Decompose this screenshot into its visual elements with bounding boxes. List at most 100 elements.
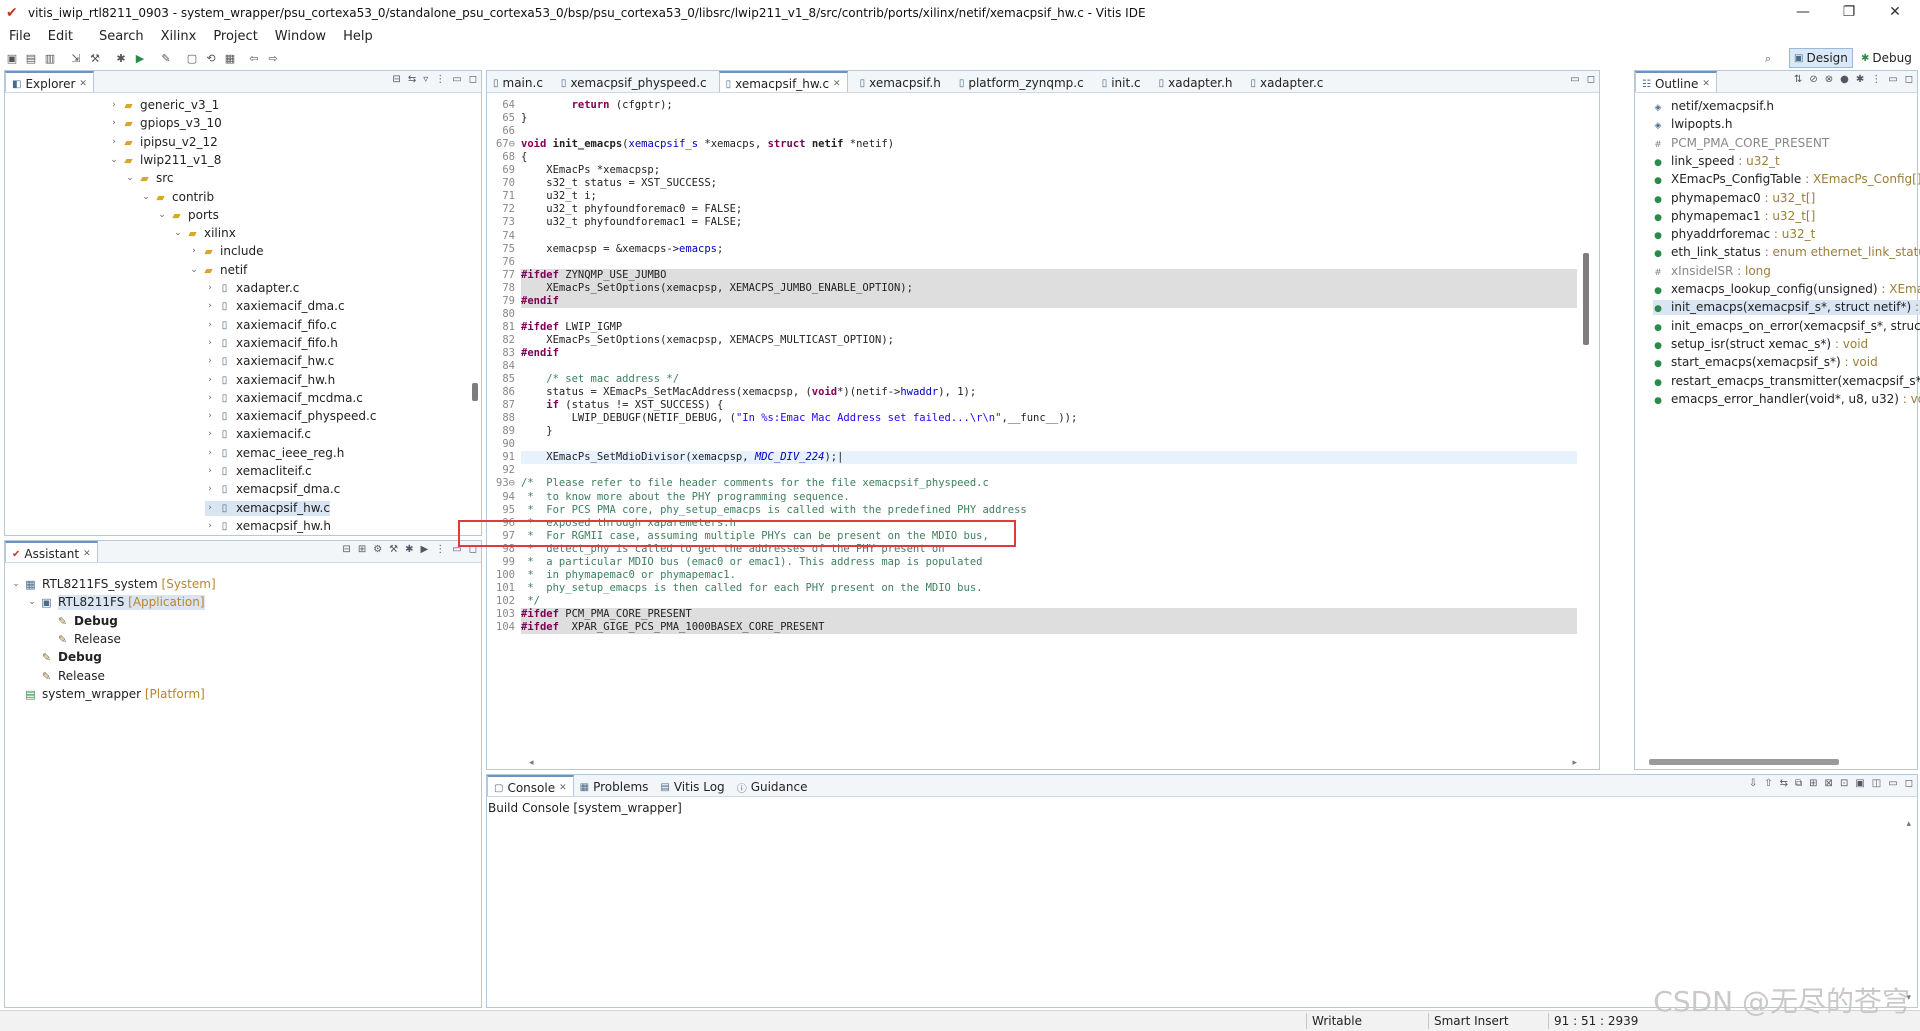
twisty-icon[interactable]: ⌄: [27, 595, 37, 610]
program-device-icon[interactable]: ✎: [159, 52, 173, 66]
code-line[interactable]: u32_t phyfoundforemac1 = FALSE;: [521, 216, 1577, 229]
tree-item[interactable]: › ▯ xemac_ieee_reg.h: [205, 446, 344, 461]
outline-item[interactable]: ◈ netif/xemacpsif.h: [1653, 99, 1775, 114]
twisty-icon[interactable]: ⌄: [125, 171, 135, 186]
tree-item[interactable]: › ▰ gpiops_v3_10: [109, 116, 222, 131]
editor-vertical-scrollbar[interactable]: [1583, 253, 1589, 345]
maximize-view-icon[interactable]: ◻: [1905, 74, 1913, 85]
twisty-icon[interactable]: ⌄: [11, 577, 21, 592]
tree-item[interactable]: ⌄ ▰ netif: [189, 263, 247, 278]
tree-item[interactable]: › ▯ xemacpsif_dma.c: [205, 482, 340, 497]
outline-item[interactable]: ● eth_link_status : enum ethernet_link_st…: [1653, 245, 1920, 260]
code-line[interactable]: * phy_setup_emacps is then called for ea…: [521, 582, 1577, 595]
twisty-icon[interactable]: ›: [189, 244, 199, 259]
menu-help[interactable]: Help: [343, 29, 373, 44]
editor-tab[interactable]: ▯ xemacpsif.h: [854, 71, 947, 92]
outline-item[interactable]: ● xemacps_lookup_config(unsigned) : XEmac…: [1653, 282, 1920, 297]
assistant-item[interactable]: ✎ Release: [43, 632, 121, 647]
close-icon[interactable]: ✕: [833, 79, 841, 89]
tree-item[interactable]: › ▯ xaxiemacif_fifo.h: [205, 336, 338, 351]
terminal-icon[interactable]: ▢: [185, 52, 199, 66]
pin-console-icon[interactable]: ⊡: [1840, 778, 1848, 789]
word-wrap-icon[interactable]: ⊞: [1809, 778, 1817, 789]
editor-tab[interactable]: ▯ xemacpsif_hw.c ✕: [718, 71, 848, 92]
maximize-view-icon[interactable]: ◻: [1587, 74, 1595, 85]
tree-item[interactable]: › ▰ include: [189, 244, 263, 259]
code-line[interactable]: if (status != XST_SUCCESS) {: [521, 399, 1577, 412]
twisty-icon[interactable]: ›: [205, 482, 215, 497]
code-line[interactable]: #endif: [521, 347, 1577, 360]
twisty-icon[interactable]: ›: [109, 98, 119, 113]
collapse-all-icon[interactable]: ⊟: [392, 74, 400, 85]
twisty-icon[interactable]: ›: [205, 409, 215, 424]
view-menu-icon[interactable]: ⋮: [435, 544, 445, 555]
twisty-icon[interactable]: ›: [205, 299, 215, 314]
scroll-down-icon[interactable]: ⇩: [1749, 778, 1757, 789]
twisty-icon[interactable]: ›: [109, 135, 119, 150]
display-console-icon[interactable]: ▣: [1855, 778, 1864, 789]
code-line[interactable]: status = XEmacPs_SetMacAddress(xemacpsp,…: [521, 386, 1577, 399]
code-line[interactable]: }: [521, 425, 1577, 438]
menu-file[interactable]: File: [9, 29, 31, 44]
console-scroll-up-icon[interactable]: ▴: [1906, 819, 1911, 829]
link-editor-icon[interactable]: ⇆: [408, 74, 416, 85]
editor-tab[interactable]: ▯ xadapter.c: [1245, 71, 1330, 92]
tree-item[interactable]: › ▰ generic_v3_1: [109, 98, 219, 113]
scroll-right-icon[interactable]: ▸: [1572, 758, 1577, 768]
menu-edit[interactable]: Edit: [48, 29, 73, 44]
code-line[interactable]: */: [521, 595, 1577, 608]
twisty-icon[interactable]: ›: [205, 354, 215, 369]
assistant-item[interactable]: ✎ Debug: [27, 650, 102, 665]
menu-window[interactable]: Window: [275, 29, 326, 44]
twisty-icon[interactable]: ›: [205, 519, 215, 534]
code-area[interactable]: return (cfgptr);} void init_emacps(xemacp…: [521, 93, 1577, 755]
twisty-icon[interactable]: ›: [205, 318, 215, 333]
run-icon[interactable]: ▶: [421, 544, 429, 555]
save-icon[interactable]: ▤: [24, 52, 38, 66]
tab-assistant[interactable]: ✔ Assistant ✕: [5, 541, 98, 562]
assistant-item[interactable]: ⌄ ▣ RTL8211FS [Application]: [27, 595, 205, 611]
twisty-icon[interactable]: ›: [205, 464, 215, 479]
twisty-icon[interactable]: ›: [205, 446, 215, 461]
twisty-icon[interactable]: ⌄: [173, 226, 183, 241]
outline-item[interactable]: ● phymapemac1 : u32_t[]: [1653, 209, 1815, 224]
tab-vitis-log[interactable]: ▤ Vitis Log: [654, 775, 730, 796]
code-line[interactable]: [521, 308, 1577, 321]
code-line[interactable]: {: [521, 151, 1577, 164]
twisty-icon[interactable]: ›: [205, 336, 215, 351]
debug-icon[interactable]: ✱: [405, 544, 413, 555]
code-line[interactable]: [521, 438, 1577, 451]
tree-item[interactable]: ⌄ ▰ lwip211_v1_8: [109, 153, 221, 168]
menu-search[interactable]: Search: [99, 29, 144, 44]
save-all-icon[interactable]: ▥: [43, 52, 57, 66]
code-line[interactable]: #ifdef ZYNQMP_USE_JUMBO: [521, 268, 1577, 282]
twisty-icon[interactable]: ⌄: [189, 263, 199, 278]
twisty-icon[interactable]: ⌄: [109, 153, 119, 168]
tree-item[interactable]: › ▯ xaxiemacif.c: [205, 427, 311, 442]
twisty-icon[interactable]: ›: [205, 427, 215, 442]
scroll-lock-icon[interactable]: ⇆: [1780, 778, 1788, 789]
tree-item[interactable]: › ▯ xaxiemacif_fifo.c: [205, 318, 337, 333]
assistant-item[interactable]: ✎ Debug: [43, 614, 118, 629]
code-line[interactable]: * in phymapemac0 or phymapemac1.: [521, 569, 1577, 582]
code-line[interactable]: [521, 464, 1577, 477]
view-menu-icon[interactable]: ⋮: [435, 74, 445, 85]
maximize-view-icon[interactable]: ◻: [469, 74, 477, 85]
code-line[interactable]: void init_emacps(xemacpsif_s *xemacps, s…: [521, 138, 1577, 151]
forward-arrow-icon[interactable]: ⇨: [266, 52, 280, 66]
minimize-view-icon[interactable]: ▭: [1888, 74, 1897, 85]
menu-xilinx[interactable]: Xilinx: [161, 29, 197, 44]
code-line[interactable]: #endif: [521, 294, 1577, 308]
close-window-button[interactable]: ✕: [1872, 0, 1918, 26]
assistant-item[interactable]: ✎ Release: [27, 669, 105, 684]
status-insert-mode[interactable]: Smart Insert: [1434, 1014, 1509, 1028]
code-line[interactable]: XEmacPs_SetOptions(xemacpsp, XEMACPS_JUM…: [521, 281, 1577, 295]
tree-item[interactable]: › ▯ xaxiemacif_hw.h: [205, 373, 335, 388]
tree-item[interactable]: › ▯ xemacpsif_hw.h: [205, 519, 331, 534]
code-line[interactable]: #ifdef PCM_PMA_CORE_PRESENT: [521, 607, 1577, 621]
filter-icon[interactable]: ▿: [423, 74, 428, 85]
outline-item[interactable]: ● link_speed : u32_t: [1653, 154, 1780, 169]
tree-item[interactable]: ⌄ ▰ src: [125, 171, 173, 186]
outline-item[interactable]: ● phyaddrforemac : u32_t: [1653, 227, 1815, 242]
outline-item[interactable]: ● phymapemac0 : u32_t[]: [1653, 191, 1815, 206]
